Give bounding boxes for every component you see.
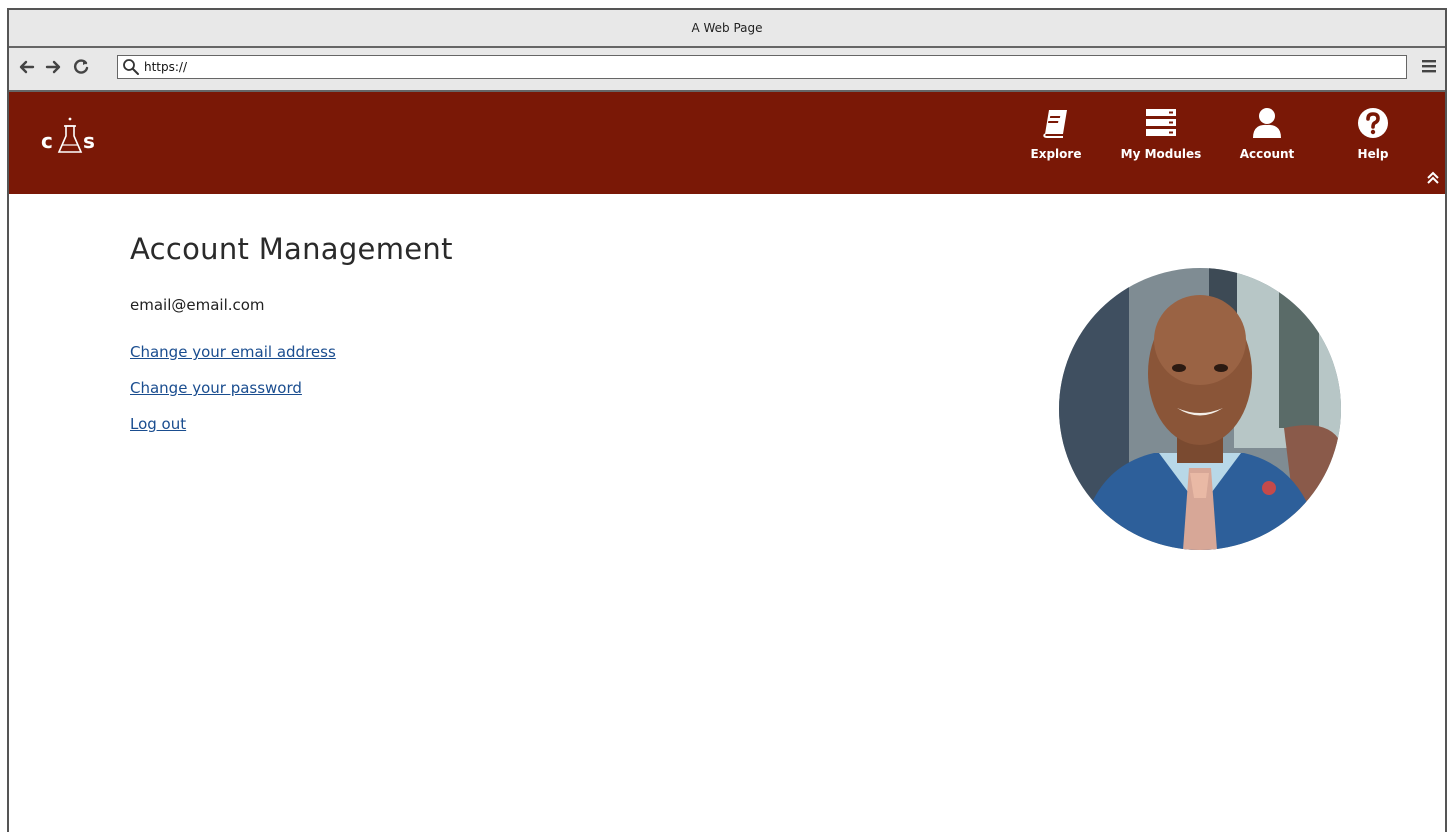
nav-explore[interactable]: Explore: [1026, 106, 1086, 161]
main-content: Account Management email@email.com Chang…: [9, 194, 1445, 832]
svg-text:s: s: [83, 129, 95, 153]
address-bar: https://: [9, 48, 1445, 92]
hamburger-menu-icon[interactable]: [1421, 58, 1437, 74]
nav-my-modules-label: My Modules: [1120, 147, 1202, 161]
site-header: c s Explore My Modules Account Help: [9, 92, 1445, 194]
window-title: A Web Page: [691, 21, 763, 35]
avatar-image: [1059, 268, 1341, 550]
search-icon: [123, 59, 139, 75]
collapse-up-icon[interactable]: [1425, 170, 1441, 186]
cas-logo-icon[interactable]: c s: [37, 114, 103, 166]
account-email: email@email.com: [130, 296, 265, 314]
url-field[interactable]: https://: [117, 55, 1407, 79]
question-icon: [1358, 108, 1388, 138]
forward-arrow-icon[interactable]: [43, 57, 63, 77]
change-email-link[interactable]: Change your email address: [130, 343, 336, 361]
back-arrow-icon[interactable]: [17, 57, 37, 77]
book-icon: [1043, 110, 1067, 138]
nav-account[interactable]: Account: [1234, 106, 1300, 161]
list-icon: [1146, 109, 1176, 136]
url-text: https://: [144, 60, 188, 74]
nav-my-modules[interactable]: My Modules: [1118, 106, 1204, 161]
nav-account-label: Account: [1239, 147, 1295, 161]
nav-help-label: Help: [1357, 147, 1389, 161]
user-icon: [1253, 108, 1281, 138]
reload-icon[interactable]: [71, 57, 91, 77]
profile-photo: [1059, 268, 1341, 550]
nav-explore-label: Explore: [1030, 147, 1082, 161]
page-title: Account Management: [130, 232, 453, 266]
svg-text:c: c: [41, 129, 53, 153]
logout-link[interactable]: Log out: [130, 415, 186, 433]
window-titlebar: A Web Page: [9, 10, 1445, 48]
browser-window: A Web Page https:// c s Explore My Modul…: [7, 8, 1447, 832]
change-password-link[interactable]: Change your password: [130, 379, 302, 397]
nav-help[interactable]: Help: [1348, 106, 1398, 161]
